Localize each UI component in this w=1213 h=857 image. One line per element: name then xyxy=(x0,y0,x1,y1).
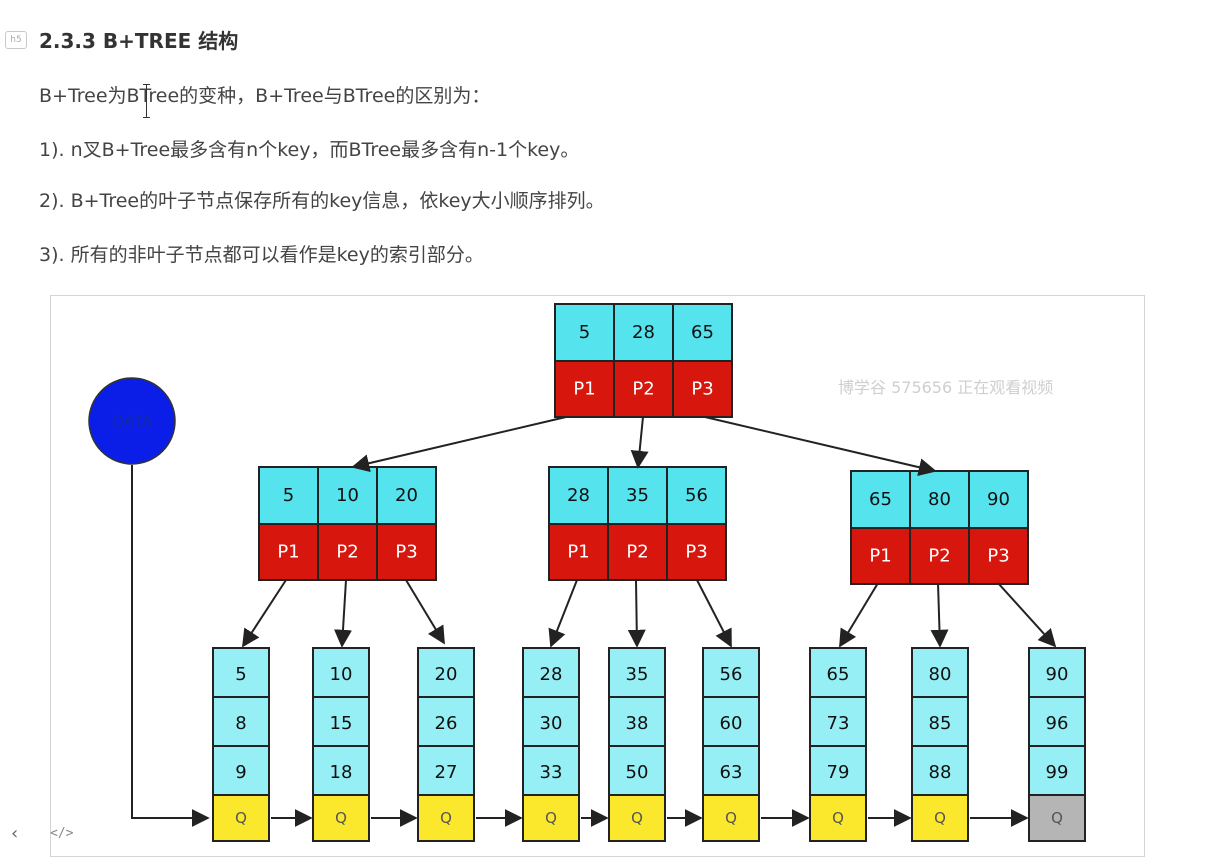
internal-node-1-pointer-label: P1 xyxy=(277,542,299,563)
leaf-1-key-label: 8 xyxy=(235,713,246,734)
leaf-1-pointer-label: Q xyxy=(235,809,247,827)
leaf-8-key-label: 80 xyxy=(929,664,952,685)
internal-leaf-arrow-4 xyxy=(548,579,578,648)
internal-leaf-arrow-9 xyxy=(997,582,1057,648)
root-node-pointer-label: P2 xyxy=(632,379,654,400)
leaf-9-key-label: 90 xyxy=(1046,664,1069,685)
internal-node-2-pointer-label: P3 xyxy=(685,542,707,563)
leaf-6-key-label: 63 xyxy=(720,762,743,783)
root-node-key-label: 65 xyxy=(691,322,714,343)
internal-node-2-pointer-label: P1 xyxy=(567,542,589,563)
data-link-line xyxy=(131,465,210,827)
leaf-5-key-label: 35 xyxy=(626,664,649,685)
paragraph-point-2: 2). B+Tree的叶子节点保存所有的key信息，依key大小顺序排列。 xyxy=(39,190,605,212)
leaf-2-key-label: 10 xyxy=(330,664,353,685)
internal-leaf-arrow-6 xyxy=(696,579,732,648)
internal-node-3-key-label: 80 xyxy=(928,489,951,510)
internal-node-3-pointer-label: P2 xyxy=(928,546,950,567)
internal-node-1-pointer-label: P2 xyxy=(336,542,358,563)
root-arrow-3 xyxy=(704,416,937,477)
internal-leaf-arrow-1 xyxy=(242,579,287,648)
leaf-7-key-label: 79 xyxy=(827,762,850,783)
internal-node-1-key-label: 10 xyxy=(336,485,359,506)
leaf-7-key-label: 65 xyxy=(827,664,850,685)
internal-node-1-key-label: 5 xyxy=(283,485,294,506)
root-arrow-2 xyxy=(630,416,649,469)
leaf-2-pointer-label: Q xyxy=(335,809,347,827)
leaf-8-pointer-label: Q xyxy=(934,809,946,827)
leaf-5-key-label: 38 xyxy=(626,713,649,734)
paragraph-intro: B+Tree为BTree的变种，B+Tree与BTree的区别为： xyxy=(39,85,491,107)
chevron-left-icon[interactable]: ‹ xyxy=(11,823,18,844)
section-heading: 2.3.3 B+TREE 结构 xyxy=(39,29,239,53)
root-arrow-1 xyxy=(351,416,567,473)
leaf-4-key-label: 28 xyxy=(540,664,563,685)
leaf-9-key-label: 99 xyxy=(1046,762,1069,783)
paragraph-point-1: 1). n叉B+Tree最多含有n个key，而BTree最多含有n-1个key。 xyxy=(39,139,580,161)
root-node-pointer-label: P1 xyxy=(573,379,595,400)
internal-node-2-key-label: 35 xyxy=(626,485,649,506)
leaf-6-key-label: 60 xyxy=(720,713,743,734)
internal-node-1-pointer-label: P3 xyxy=(395,542,417,563)
internal-node-2-key-label: 56 xyxy=(685,485,708,506)
internal-node-2-pointer-label: P2 xyxy=(626,542,648,563)
heading-level-tag: h5 xyxy=(5,31,27,49)
leaf-1-key-label: 9 xyxy=(235,762,246,783)
leaf-7-pointer-label: Q xyxy=(832,809,844,827)
root-node-key-label: 28 xyxy=(632,322,655,343)
leaf-5-pointer-label: Q xyxy=(631,809,643,827)
leaf-1-key-label: 5 xyxy=(235,664,246,685)
internal-node-3-key-label: 90 xyxy=(987,489,1010,510)
leaf-9-key-label: 96 xyxy=(1046,713,1069,734)
internal-node-3-key-label: 65 xyxy=(869,489,892,510)
root-node-key-label: 5 xyxy=(579,322,590,343)
internal-node-3-pointer-label: P1 xyxy=(869,546,891,567)
leaf-4-key-label: 33 xyxy=(540,762,563,783)
internal-node-1-key-label: 20 xyxy=(395,485,418,506)
leaf-4-key-label: 30 xyxy=(540,713,563,734)
internal-leaf-arrow-7 xyxy=(839,582,879,648)
data-pointer-label: DATA xyxy=(111,412,152,431)
leaf-9-pointer-label: Q xyxy=(1051,809,1063,827)
leaf-4-pointer-label: Q xyxy=(545,809,557,827)
leaf-3-pointer-label: Q xyxy=(440,809,452,827)
leaf-3-key-label: 26 xyxy=(435,713,458,734)
leaf-8-key-label: 88 xyxy=(929,762,952,783)
internal-leaf-arrow-2 xyxy=(333,579,352,648)
internal-node-3-pointer-label: P3 xyxy=(987,546,1009,567)
internal-node-2-key-label: 28 xyxy=(567,485,590,506)
leaf-3-key-label: 20 xyxy=(435,664,458,685)
leaf-2-key-label: 15 xyxy=(330,713,353,734)
leaf-7-key-label: 73 xyxy=(827,713,850,734)
internal-leaf-arrow-8 xyxy=(930,582,949,648)
code-view-icon[interactable]: </> xyxy=(50,826,73,841)
internal-leaf-arrow-3 xyxy=(405,579,445,645)
leaf-8-key-label: 85 xyxy=(929,713,952,734)
leaf-6-pointer-label: Q xyxy=(725,809,737,827)
internal-leaf-arrow-5 xyxy=(627,579,646,648)
leaf-6-key-label: 56 xyxy=(720,664,743,685)
leaf-5-key-label: 50 xyxy=(626,762,649,783)
paragraph-point-3: 3). 所有的非叶子节点都可以看作是key的索引部分。 xyxy=(39,244,484,266)
leaf-2-key-label: 18 xyxy=(330,762,353,783)
leaf-3-key-label: 27 xyxy=(435,762,458,783)
root-node-pointer-label: P3 xyxy=(691,379,713,400)
video-watermark: 博学谷 575656 正在观看视频 xyxy=(838,378,1054,397)
text-cursor-icon xyxy=(143,84,150,118)
